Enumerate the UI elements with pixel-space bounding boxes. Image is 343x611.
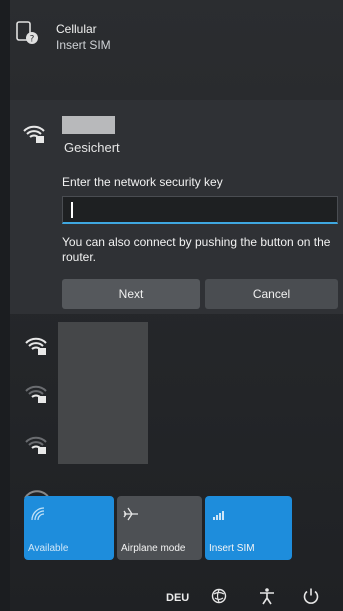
text-caret	[71, 202, 73, 218]
wifi-lock-icon[interactable]	[24, 433, 48, 455]
wifi-lock-icon	[23, 125, 45, 143]
wifi-lock-icon[interactable]	[24, 382, 48, 404]
cellular-quick-tile[interactable]: Insert SIM	[205, 496, 292, 560]
next-button[interactable]: Next	[62, 279, 200, 309]
wifi-tile-label: Available	[28, 543, 69, 554]
cellular-signal-icon	[213, 511, 224, 520]
wifi-lock-icon[interactable]	[24, 334, 48, 356]
network-name-redacted	[62, 116, 115, 134]
power-icon[interactable]	[302, 587, 320, 605]
cellular-title: Cellular	[56, 22, 97, 36]
language-indicator[interactable]: DEU	[166, 592, 189, 604]
security-key-input[interactable]	[62, 196, 338, 224]
network-settings-icon[interactable]	[210, 587, 228, 605]
cancel-button[interactable]: Cancel	[205, 279, 338, 309]
wps-hint-text: You can also connect by pushing the butt…	[62, 235, 331, 264]
airplane-tile-label: Airplane mode	[121, 543, 186, 554]
network-names-redacted	[58, 322, 148, 464]
cellular-no-sim-icon: ?	[16, 21, 38, 45]
svg-text:?: ?	[30, 35, 35, 45]
accessibility-icon[interactable]	[258, 587, 276, 605]
airplane-icon	[123, 507, 138, 521]
wifi-quick-tile[interactable]: Available	[24, 496, 114, 560]
airplane-mode-tile[interactable]: Airplane mode	[117, 496, 202, 560]
wifi-icon	[31, 507, 45, 521]
cellular-tile-label: Insert SIM	[209, 543, 255, 554]
network-security-status: Gesichert	[64, 140, 120, 155]
security-key-label: Enter the network security key	[62, 175, 223, 189]
cellular-status: Insert SIM	[56, 38, 111, 52]
